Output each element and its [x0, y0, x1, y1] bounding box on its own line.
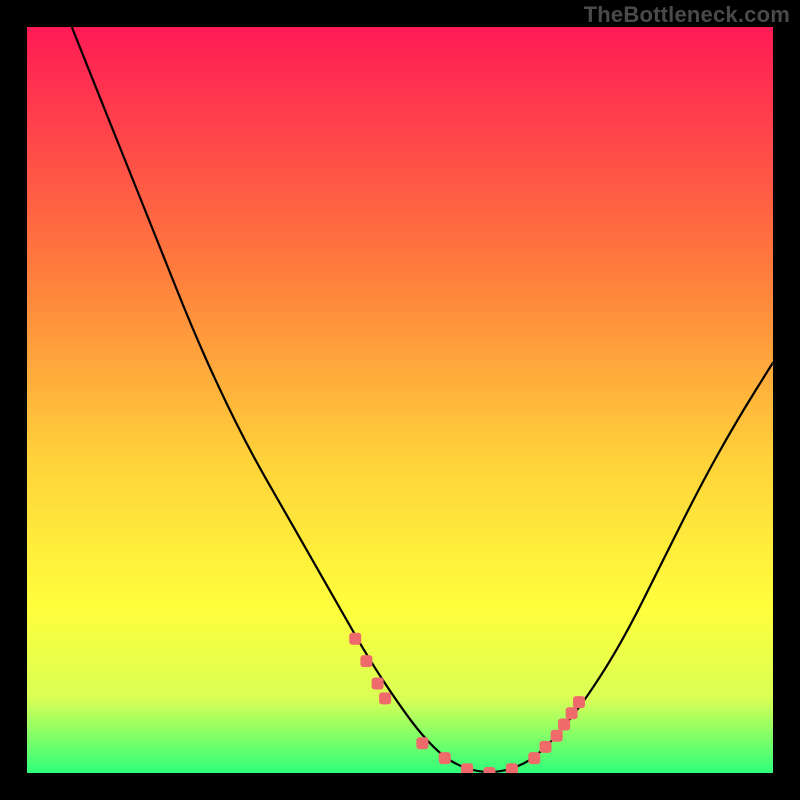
marker-point — [558, 719, 570, 731]
marker-point — [540, 741, 552, 753]
gradient-background — [27, 27, 773, 773]
marker-point — [506, 763, 518, 773]
marker-point — [551, 730, 563, 742]
marker-point — [349, 633, 361, 645]
marker-point — [573, 696, 585, 708]
marker-point — [360, 655, 372, 667]
bottleneck-chart — [27, 27, 773, 773]
marker-point — [461, 763, 473, 773]
watermark-text: TheBottleneck.com — [584, 2, 790, 28]
marker-point — [416, 737, 428, 749]
marker-point — [528, 752, 540, 764]
marker-point — [439, 752, 451, 764]
marker-point — [379, 692, 391, 704]
marker-point — [566, 707, 578, 719]
chart-frame: TheBottleneck.com — [0, 0, 800, 800]
marker-point — [372, 678, 384, 690]
marker-point — [484, 767, 496, 773]
plot-area — [27, 27, 773, 773]
